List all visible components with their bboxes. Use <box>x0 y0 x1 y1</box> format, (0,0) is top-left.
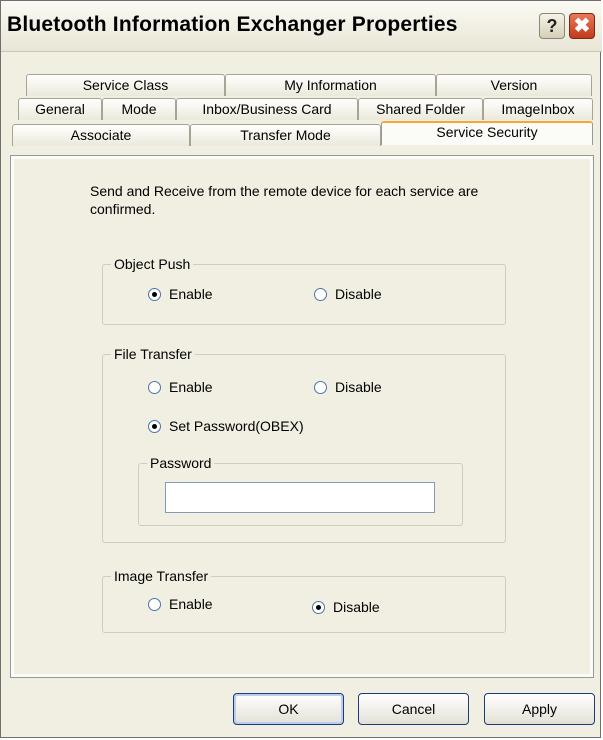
object-push-enable-radio[interactable]: Enable <box>148 286 213 302</box>
properties-dialog: Bluetooth Information Exchanger Properti… <box>0 0 602 738</box>
close-icon: ✖ <box>573 15 591 37</box>
object-push-legend: Object Push <box>111 256 194 272</box>
apply-button[interactable]: Apply <box>484 693 595 725</box>
radio-selected-icon <box>148 287 161 301</box>
file-transfer-enable-radio[interactable]: Enable <box>148 379 213 395</box>
set-password-radio[interactable]: Set Password(OBEX) <box>148 418 304 434</box>
tab-my-information[interactable]: My Information <box>225 74 436 96</box>
window-title: Bluetooth Information Exchanger Properti… <box>7 13 458 36</box>
radio-selected-icon <box>312 600 325 614</box>
file-transfer-enable-label: Enable <box>169 379 213 395</box>
file-transfer-disable-radio[interactable]: Disable <box>314 379 382 395</box>
password-legend: Password <box>147 455 215 471</box>
radio-unselected-icon <box>314 380 327 394</box>
radio-unselected-icon <box>148 380 161 394</box>
set-password-label: Set Password(OBEX) <box>169 418 304 434</box>
object-push-disable-radio[interactable]: Disable <box>314 286 382 302</box>
tab-service-class[interactable]: Service Class <box>26 74 225 96</box>
ok-button[interactable]: OK <box>233 693 344 725</box>
image-transfer-legend: Image Transfer <box>111 568 212 584</box>
tab-image-inbox[interactable]: ImageInbox <box>483 98 593 120</box>
tab-service-security[interactable]: Service Security <box>381 121 593 145</box>
object-push-disable-label: Disable <box>335 286 382 302</box>
close-button[interactable]: ✖ <box>569 13 595 39</box>
image-transfer-enable-label: Enable <box>169 596 213 612</box>
help-button[interactable]: ? <box>539 13 565 39</box>
radio-selected-icon <box>148 419 161 433</box>
file-transfer-legend: File Transfer <box>111 346 195 362</box>
description-text: Send and Receive from the remote device … <box>90 183 479 217</box>
password-input[interactable] <box>165 482 435 513</box>
tab-general[interactable]: General <box>18 98 102 120</box>
tab-mode[interactable]: Mode <box>102 98 176 120</box>
tab-associate[interactable]: Associate <box>12 124 190 146</box>
image-transfer-enable-radio[interactable]: Enable <box>148 596 213 612</box>
file-transfer-disable-label: Disable <box>335 379 382 395</box>
object-push-enable-label: Enable <box>169 286 213 302</box>
image-transfer-disable-radio[interactable]: Disable <box>312 599 380 615</box>
tab-version[interactable]: Version <box>436 74 592 96</box>
tab-transfer-mode[interactable]: Transfer Mode <box>190 124 381 146</box>
cancel-button[interactable]: Cancel <box>358 693 469 725</box>
radio-unselected-icon <box>314 287 327 301</box>
tab-shared-folder[interactable]: Shared Folder <box>358 98 483 120</box>
image-transfer-disable-label: Disable <box>333 599 380 615</box>
tab-inbox-business-card[interactable]: Inbox/Business Card <box>176 98 358 120</box>
title-bar[interactable]: Bluetooth Information Exchanger Properti… <box>1 1 602 52</box>
radio-unselected-icon <box>148 597 161 611</box>
